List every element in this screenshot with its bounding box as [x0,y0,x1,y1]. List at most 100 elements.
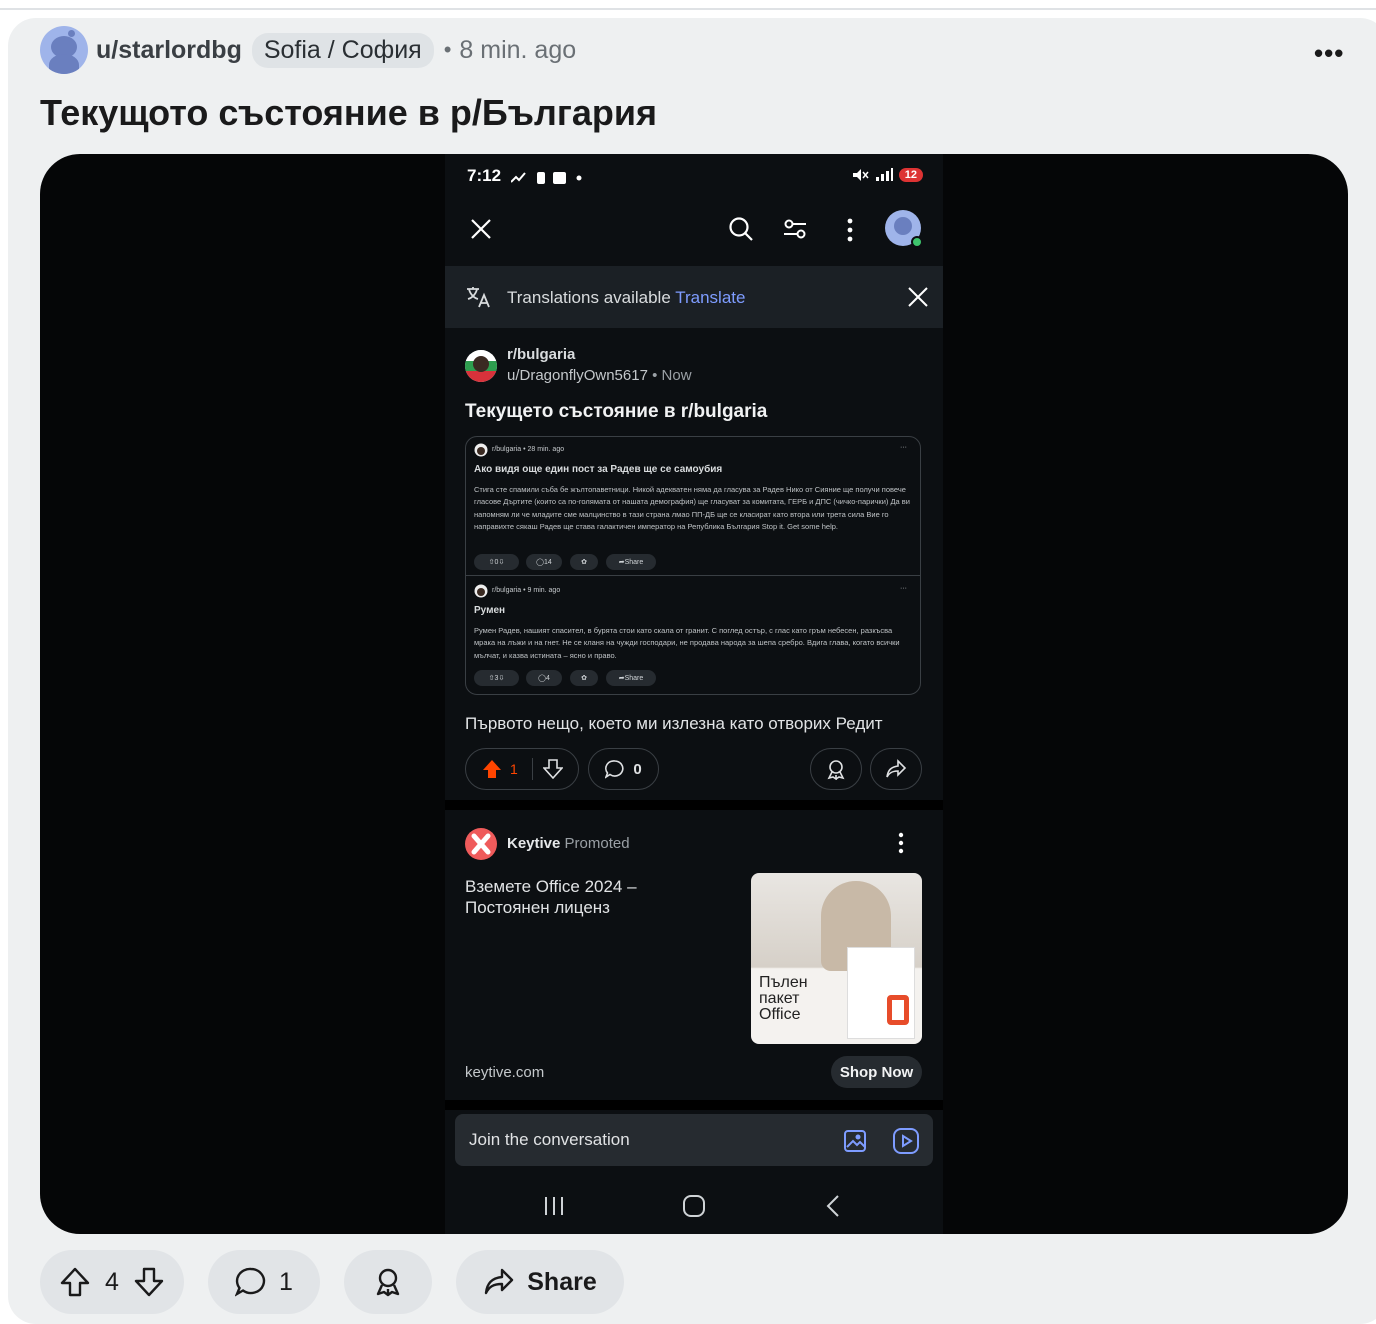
vote-group[interactable]: 4 [40,1250,184,1314]
feed-separator [445,800,943,810]
post-caption: Първото нещо, което ми излезна като отво… [465,714,883,733]
battery-indicator: 12 [898,168,923,182]
advertiser-line: Keytive Promoted [507,835,630,852]
close-icon[interactable] [469,217,493,241]
embedded-screenshot: r/bulgaria • 28 min. ago ··· Ако видя ощ… [465,436,921,695]
comment-icon [605,760,624,779]
separator-dot: • [652,367,658,384]
embed-comment-pill: ◯ 4 [526,670,562,686]
android-nav-bar [445,1184,943,1234]
embed-award-pill: ✿ [570,554,598,570]
translation-banner: Translations available Translate [445,266,943,328]
translation-label: Translations available Translate [507,288,746,307]
award-button[interactable] [344,1250,432,1314]
downvote-icon[interactable] [133,1266,165,1298]
embed-more: ··· [900,444,907,451]
ad-domain[interactable]: keytive.com [465,1064,544,1081]
phone-upvote-count: 1 [510,761,518,777]
mute-icon [852,169,869,181]
post-author-line: u/DragonflyOwn5617 • Now [507,367,692,384]
recent-apps-icon[interactable] [543,1196,565,1216]
image-attach-icon[interactable] [843,1129,867,1153]
comment-icon [235,1267,266,1297]
advertiser-logo[interactable] [465,828,497,860]
translate-icon [467,287,490,308]
ad-more-icon[interactable] [897,832,905,854]
user-flair: Sofia / София [251,32,434,68]
feed-separator [445,1100,943,1110]
gif-video-icon[interactable] [892,1127,920,1155]
embed-share-pill: ➦ Share [606,554,656,570]
phone-vote-group[interactable]: 1 [465,748,579,790]
office-logo-icon [887,995,909,1025]
upvote-filled-icon[interactable] [482,759,502,779]
top-divider [0,8,1376,10]
embed-more: ··· [900,585,907,592]
embed-meta: r/bulgaria • 9 min. ago [492,587,561,594]
subreddit-mini-icon [474,443,488,457]
phone-share-button[interactable] [870,748,922,790]
post-title[interactable]: Текущото състояние в р/България [40,92,657,134]
shop-now-button[interactable]: Shop Now [831,1056,922,1088]
downvote-icon[interactable] [542,759,563,779]
post-header: u/starlordbg Sofia / София • 8 min. ago [40,26,576,74]
ad-text[interactable]: Вземете Office 2024 – Постоянен лиценз [465,876,665,918]
embed-share-pill: ➦ Share [606,670,656,686]
separator-dot: • [443,37,452,62]
embed-award-pill: ✿ [570,670,598,686]
embed-body: Стига сте спамили съба бе жълтопаветници… [474,485,910,531]
award-icon [376,1268,400,1297]
embed-heading: Ако видя още един пост за Радев ще се са… [474,464,723,475]
subreddit-icon[interactable] [465,350,497,382]
promoted-label: Promoted [564,835,630,852]
upvote-icon[interactable] [59,1266,91,1298]
phone-comment-button[interactable]: 0 [588,748,659,790]
status-right: 12 [851,168,923,182]
ad-image-text: Пълен пакет Office [759,974,808,1023]
kebab-menu-icon[interactable] [846,218,854,242]
status-time: 7:12 [467,166,502,185]
comment-count: 1 [279,1267,293,1296]
share-label: Share [527,1267,597,1296]
signal-icon [875,168,893,181]
translate-link[interactable]: Translate [675,288,745,307]
back-icon[interactable] [825,1194,841,1218]
profile-avatar-icon[interactable] [885,210,923,248]
post-author[interactable]: u/DragonflyOwn5617 [507,367,648,384]
join-conversation-input[interactable]: Join the conversation [455,1114,933,1166]
comments-button[interactable]: 1 [208,1250,320,1314]
avatar[interactable] [40,26,88,74]
post-media-screenshot[interactable]: 7:12 12 Translations available Translate [40,154,1348,1234]
embed-vote-pill: ⇧ 3 ⇩ [474,670,519,686]
post-time: Now [661,367,692,384]
ad-image[interactable]: Пълен пакет Office [751,873,922,1044]
search-icon[interactable] [728,216,754,242]
vote-count: 4 [105,1267,119,1296]
filter-icon[interactable] [782,216,808,242]
embed-vote-pill: ⇧ 0 ⇩ [474,554,519,570]
inner-post-title: Текущето състояние в r/bulgaria [465,401,768,422]
award-icon [827,760,845,780]
share-icon [485,1268,514,1295]
join-placeholder: Join the conversation [469,1130,630,1149]
embed-comment-pill: ◯ 14 [526,554,562,570]
phone-screenshot: 7:12 12 Translations available Translate [445,154,943,1234]
username-link[interactable]: u/starlordbg [96,36,242,65]
post-card[interactable]: u/starlordbg Sofia / София • 8 min. ago … [8,18,1376,1324]
phone-award-button[interactable] [810,748,862,790]
embed-body: Румен Радев, нашият спасител, в бурята с… [474,626,900,660]
subreddit-name[interactable]: r/bulgaria [507,346,575,363]
post-timestamp: 8 min. ago [459,35,577,64]
share-icon [886,759,907,778]
embed-meta: r/bulgaria • 28 min. ago [492,446,565,453]
embed-heading: Румен [474,605,506,616]
advertiser-name[interactable]: Keytive [507,835,560,852]
dismiss-translation-icon[interactable] [907,286,929,308]
embed-divider [466,575,920,576]
more-options-button[interactable]: ••• [1314,38,1344,69]
home-icon[interactable] [682,1194,706,1218]
status-icons [511,172,582,184]
phone-comment-count: 0 [633,760,642,778]
share-button[interactable]: Share [456,1250,624,1314]
subreddit-mini-icon [474,584,488,598]
